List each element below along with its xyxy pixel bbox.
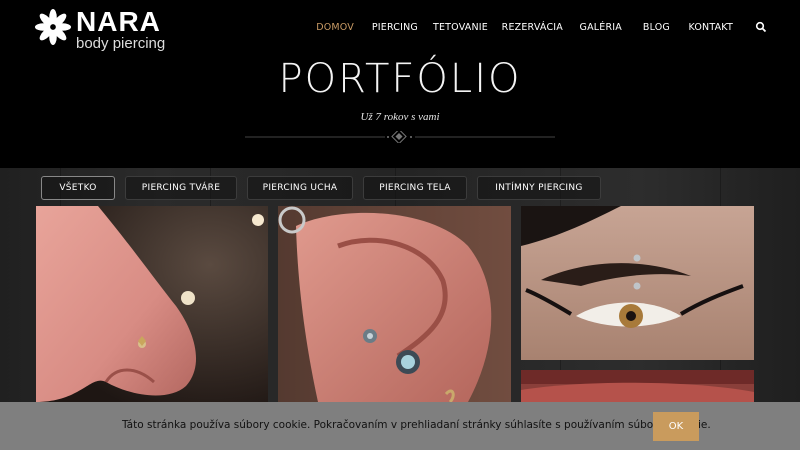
nav-item-domov[interactable]: DOMOV (316, 22, 354, 33)
brand-tagline: body piercing (76, 35, 166, 52)
site-header: NARA body piercing DOMOV PIERCING TETOVA… (0, 0, 800, 168)
filter-all[interactable]: VŠETKO (41, 176, 115, 200)
nav-item-piercing[interactable]: PIERCING (372, 22, 418, 33)
search-icon[interactable] (755, 21, 767, 33)
cookie-accept-button[interactable]: OK (653, 412, 699, 441)
brand-name: NARA (76, 6, 161, 37)
nav-item-galeria[interactable]: GALÉRIA (580, 22, 622, 33)
cookie-notice-text: Táto stránka používa súbory cookie. Pokr… (122, 419, 711, 431)
cookie-banner: Táto stránka používa súbory cookie. Pokr… (0, 402, 800, 450)
portfolio-image-eyebrow-piercing[interactable] (521, 206, 754, 360)
filter-intimate[interactable]: INTÍMNY PIERCING (477, 176, 601, 200)
filter-ear[interactable]: PIERCING UCHA (247, 176, 353, 200)
filter-body[interactable]: PIERCING TELA (363, 176, 467, 200)
nav-item-kontakt[interactable]: KONTAKT (688, 22, 733, 33)
page-subtitle: Už 7 rokov s vami (360, 111, 440, 123)
nav-item-rezervacia[interactable]: REZERVÁCIA (502, 22, 563, 33)
logo[interactable]: NARA body piercing (34, 6, 174, 52)
ornament-divider (245, 131, 555, 143)
flower-icon (34, 8, 72, 46)
portfolio-image-ear-piercing[interactable] (278, 206, 511, 402)
filter-face[interactable]: PIERCING TVÁRE (125, 176, 237, 200)
nav-item-blog[interactable]: BLOG (643, 22, 670, 33)
page-title: PORTFÓLIO (278, 56, 522, 102)
nav-item-tetovanie[interactable]: TETOVANIE (433, 22, 488, 33)
portfolio-image-nose-piercing[interactable] (36, 206, 268, 402)
